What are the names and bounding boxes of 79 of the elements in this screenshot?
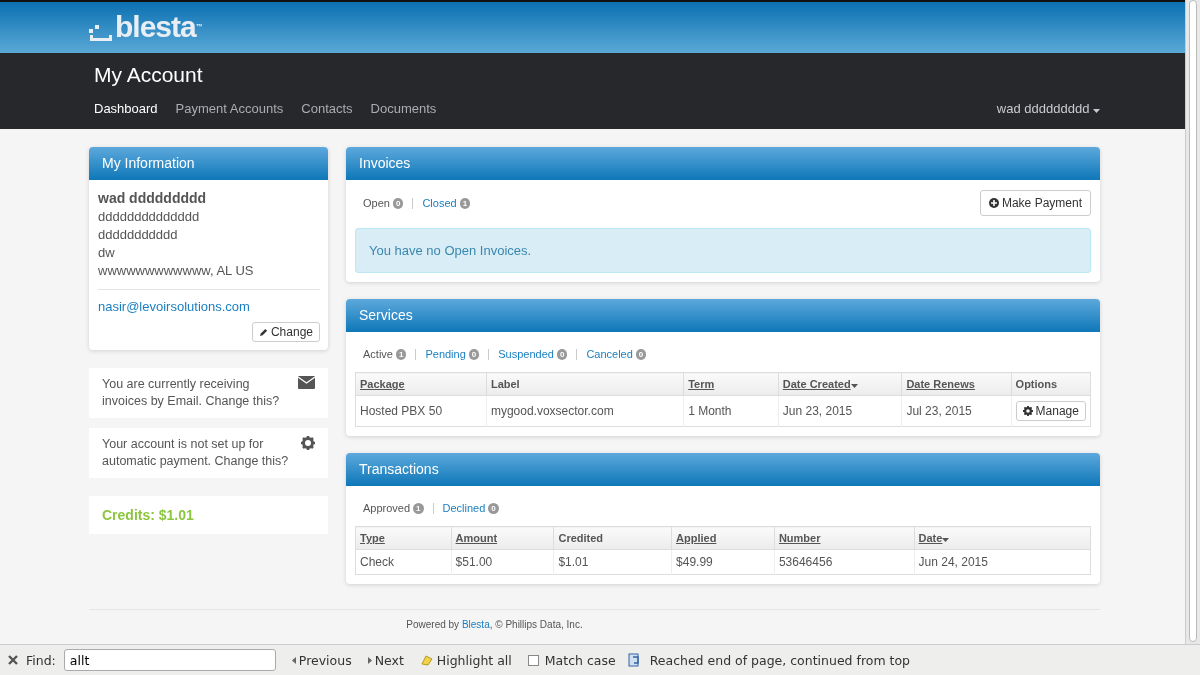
table-cell: Hosted PBX 50	[355, 395, 487, 427]
caret-icon	[1093, 109, 1100, 113]
table-cell: mygood.voxsector.com	[486, 395, 684, 427]
nav-link[interactable]: Documents	[370, 101, 437, 116]
close-icon[interactable]	[8, 655, 18, 665]
table-cell: Check	[355, 549, 452, 575]
filter-tab[interactable]: Canceled 0	[586, 348, 647, 360]
caret-icon	[850, 384, 858, 388]
notice-text[interactable]: You are currently receiving invoices by Email. Change this?	[102, 376, 298, 410]
filter-tab[interactable]: Suspended 0	[498, 348, 568, 360]
pencil-icon	[258, 327, 268, 337]
table-cell: 53646456	[774, 549, 915, 575]
highlighter-icon	[419, 654, 434, 666]
table-cell: $1.01	[553, 549, 672, 575]
smiley-logo-icon	[89, 24, 113, 42]
table-cell: $51.00	[451, 549, 554, 575]
next-button[interactable]: Next	[363, 652, 408, 668]
footer-text: Powered by Blesta, © Phillips Data, Inc.	[406, 619, 583, 630]
filter-tab[interactable]: Pending 0	[425, 348, 480, 360]
gear-icon	[1022, 406, 1033, 416]
column-header[interactable]: Date Renews	[901, 372, 1012, 396]
panel-header: My Information	[89, 147, 328, 180]
table-cell: Jun 23, 2015	[778, 395, 902, 427]
column-header: Label	[486, 372, 684, 396]
address-line: wwwwwwwwwwww, AL US	[98, 262, 255, 280]
table-cell: $49.99	[671, 549, 775, 575]
user-menu[interactable]: wad ddddddddd	[996, 101, 1100, 116]
wrap-around-icon	[627, 653, 642, 667]
panel-header: Transactions	[346, 453, 1100, 486]
scrollbar[interactable]	[1185, 0, 1200, 644]
column-header[interactable]: Package	[355, 372, 487, 396]
filter-tab[interactable]: Approved 1	[363, 502, 424, 514]
column-header[interactable]: Number	[774, 526, 915, 550]
panel-header: Services	[346, 299, 1100, 332]
column-header[interactable]: Date	[914, 526, 1091, 550]
column-header[interactable]: Term	[683, 372, 779, 396]
notice-text[interactable]: Your account is not set up for automatic payment. Change this?	[102, 436, 298, 470]
find-status: Reached end of page, continued from top	[649, 652, 911, 668]
make-payment-button[interactable]: Make Payment	[979, 190, 1091, 216]
page-title: My Account	[93, 62, 204, 88]
filter-tab[interactable]: Closed 1	[422, 197, 471, 209]
caret-icon	[942, 538, 950, 542]
footer-link[interactable]: Blesta	[461, 619, 490, 630]
gear-icon	[301, 436, 315, 450]
nav-link[interactable]: Payment Accounts	[175, 101, 284, 116]
address-line: ddddddddddd	[98, 226, 179, 244]
table-cell: 1 Month	[683, 395, 779, 427]
manage-button[interactable]: Manage	[1015, 401, 1086, 421]
column-header[interactable]: Date Created	[778, 372, 902, 396]
column-header[interactable]: Amount	[451, 526, 554, 550]
logo-text: blesta$^{™}$	[115, 12, 202, 42]
find-label: Find:	[26, 652, 56, 668]
find-field[interactable]: allt	[63, 649, 276, 671]
plus-circle-icon	[988, 198, 999, 208]
email-link[interactable]: nasir@levoirsolutions.com	[98, 299, 250, 314]
change-button[interactable]: Change	[251, 322, 320, 342]
table-cell: Jul 23, 2015	[901, 395, 1012, 427]
panel-header: Invoices	[346, 147, 1100, 180]
client-name: wad ddddddddd	[98, 190, 208, 206]
column-header[interactable]: Type	[355, 526, 452, 550]
right-triangle-icon	[367, 656, 372, 664]
match-case-checkbox[interactable]: Match case	[523, 652, 620, 668]
envelope-icon	[298, 376, 315, 389]
address-line: dddddddddddddd	[98, 208, 201, 226]
filter-tab[interactable]: Open 0	[363, 197, 404, 209]
info-alert: You have no Open Invoices.	[355, 228, 1091, 273]
nav-link[interactable]: Dashboard	[94, 101, 158, 116]
address-line: dw	[98, 244, 116, 262]
left-triangle-icon	[291, 656, 296, 664]
credits-text: Credits: $1.01	[102, 507, 194, 523]
filter-tab[interactable]: Declined 0	[442, 502, 499, 514]
nav-link[interactable]: Contacts	[301, 101, 353, 116]
column-header[interactable]: Applied	[671, 526, 775, 550]
highlight-all-button[interactable]: Highlight all	[415, 652, 516, 668]
previous-button[interactable]: Previous	[287, 652, 356, 668]
column-header: Options	[1011, 372, 1091, 396]
table-cell: Jun 24, 2015	[914, 549, 1091, 575]
column-header: Credited	[553, 526, 672, 550]
filter-tab[interactable]: Active 1	[363, 348, 407, 360]
